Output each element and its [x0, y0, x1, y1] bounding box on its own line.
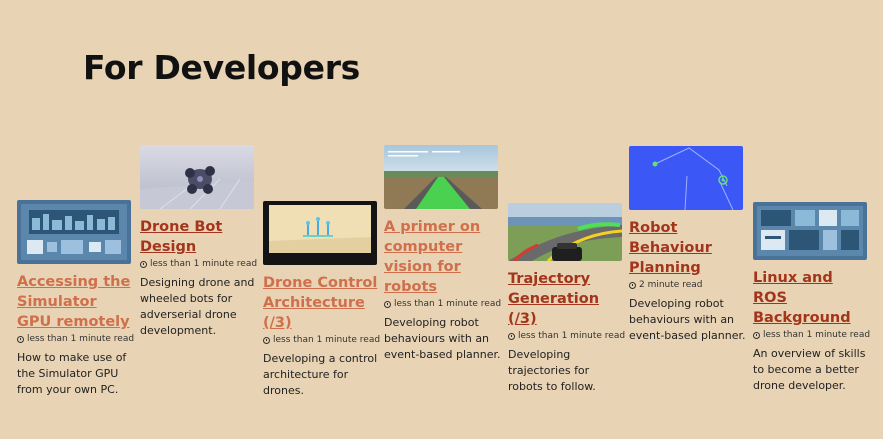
card-description: Designing drone and wheeled bots for adv…	[140, 276, 255, 337]
reading-time: less than 1 minute read	[508, 331, 626, 341]
card-description: How to make use of the Simulator GPU fro…	[17, 351, 127, 396]
post-card-drone-bot: Drone Bot Design less than 1 minute read…	[140, 145, 258, 339]
card-thumbnail[interactable]	[140, 145, 254, 209]
post-card-computer-vision: A primer on computer vision for robots l…	[384, 145, 502, 363]
reading-time-text: less than 1 minute read	[27, 334, 135, 344]
card-description: Developing trajectories for robots to fo…	[508, 348, 596, 393]
reading-time: less than 1 minute read	[17, 334, 135, 344]
clock-icon	[508, 332, 515, 340]
reading-time: less than 1 minute read	[384, 299, 502, 309]
reading-time-text: 2 minute read	[639, 280, 703, 290]
reading-time-text: less than 1 minute read	[150, 259, 258, 269]
clock-icon	[263, 336, 270, 344]
reading-time-text: less than 1 minute read	[273, 335, 381, 345]
page-title: For Developers	[83, 48, 361, 87]
card-title-link[interactable]: Trajectory Generation (/3)	[508, 269, 626, 329]
post-card-trajectory: Trajectory Generation (/3) less than 1 m…	[508, 203, 626, 395]
reading-time: 2 minute read	[629, 280, 747, 290]
card-thumbnail[interactable]	[508, 203, 622, 261]
card-title-link[interactable]: Robot Behaviour Planning	[629, 218, 747, 278]
card-title-link[interactable]: A primer on computer vision for robots	[384, 217, 502, 297]
clock-icon	[17, 335, 24, 343]
card-description: An overview of skills to become a better…	[753, 347, 866, 392]
card-title-link[interactable]: Drone Control Architecture (/3)	[263, 273, 381, 333]
card-description: Developing robot behaviours with an even…	[384, 316, 501, 361]
reading-time-text: less than 1 minute read	[394, 299, 502, 309]
clock-icon	[753, 331, 760, 339]
reading-time-text: less than 1 minute read	[518, 331, 626, 341]
card-thumbnail[interactable]	[17, 200, 131, 264]
card-title-link[interactable]: Linux and ROS Background	[753, 268, 871, 328]
card-thumbnail[interactable]	[629, 146, 743, 210]
post-card-simulator-gpu: Accessing the Simulator GPU remotely les…	[17, 200, 135, 398]
post-card-behaviour-planning: Robot Behaviour Planning 2 minute read D…	[629, 146, 747, 344]
post-card-drone-control: Drone Control Architecture (/3) less tha…	[263, 201, 381, 399]
reading-time: less than 1 minute read	[263, 335, 381, 345]
card-description: Developing robot behaviours with an even…	[629, 297, 746, 342]
card-thumbnail[interactable]	[263, 201, 377, 265]
card-thumbnail[interactable]	[384, 145, 498, 209]
reading-time: less than 1 minute read	[140, 259, 258, 269]
reading-time-text: less than 1 minute read	[763, 330, 871, 340]
card-thumbnail[interactable]	[753, 202, 867, 260]
card-title-link[interactable]: Drone Bot Design	[140, 217, 258, 257]
clock-icon	[629, 281, 636, 289]
card-description: Developing a control architecture for dr…	[263, 352, 378, 397]
post-card-linux-ros: Linux and ROS Background less than 1 min…	[753, 202, 871, 394]
reading-time: less than 1 minute read	[753, 330, 871, 340]
clock-icon	[140, 260, 147, 268]
clock-icon	[384, 300, 391, 308]
card-title-link[interactable]: Accessing the Simulator GPU remotely	[17, 272, 135, 332]
